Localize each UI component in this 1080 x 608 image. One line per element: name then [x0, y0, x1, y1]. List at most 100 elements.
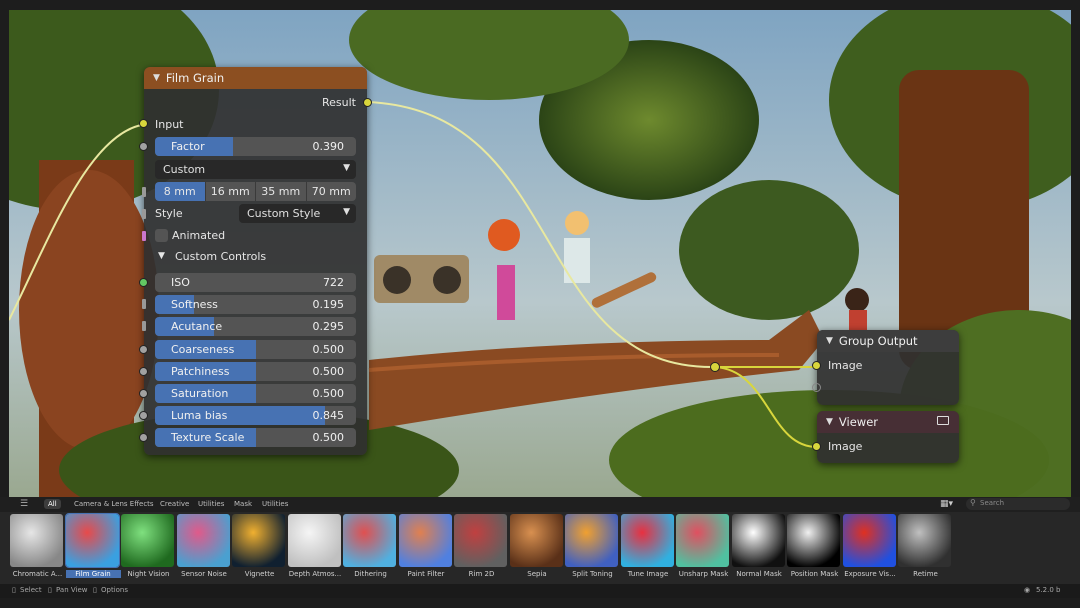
saturation-label: Saturation	[171, 387, 229, 400]
asset-vignette[interactable]: Vignette	[232, 514, 287, 582]
collapse-chevron-icon[interactable]: ▼	[826, 417, 833, 427]
asset-thumbnail[interactable]	[787, 514, 840, 567]
asset-thumbnail[interactable]	[64, 513, 120, 568]
film-grain-node[interactable]: ▼ Film Grain Result Input Factor 0.390 C…	[139, 67, 372, 455]
acutance-slider[interactable]: Acutance 0.295	[155, 317, 356, 337]
asset-thumbnail[interactable]	[232, 514, 285, 567]
asset-tune-image[interactable]: Tune Image	[620, 514, 676, 582]
asset-thumbnail[interactable]	[676, 514, 729, 567]
viewer-header[interactable]: ▼ Viewer	[817, 411, 959, 433]
texture-scale-socket[interactable]	[139, 433, 148, 443]
asset-thumbnail[interactable]	[731, 514, 785, 567]
texture-scale-slider[interactable]: Texture Scale 0.500	[155, 428, 356, 448]
asset-chromatic-a[interactable]: Chromatic A...	[10, 514, 65, 582]
luma-bias-socket[interactable]	[139, 411, 148, 421]
animated-label: Animated	[172, 229, 226, 242]
tab-mask[interactable]: Mask	[234, 500, 252, 508]
search-icon: ⚲	[970, 498, 976, 507]
size-option-16mm[interactable]: 16 mm	[205, 182, 256, 201]
viewer-image-socket[interactable]	[812, 442, 821, 451]
film-grain-header[interactable]: ▼ Film Grain	[144, 67, 367, 89]
asset-thumbnail[interactable]	[898, 514, 951, 567]
group-output-node[interactable]: ▼ Group Output Image	[812, 330, 959, 405]
coarseness-slider[interactable]: Coarseness 0.500	[155, 339, 356, 359]
asset-thumbnail[interactable]	[842, 514, 896, 567]
tab-all[interactable]: All	[44, 499, 61, 509]
style-socket[interactable]	[142, 209, 146, 219]
tab-creative[interactable]: Creative	[160, 500, 189, 508]
asset-unsharp-mask[interactable]: Unsharp Mask	[676, 514, 731, 582]
asset-thumbnail[interactable]	[454, 514, 507, 567]
size-option-35mm[interactable]: 35 mm	[256, 182, 307, 201]
asset-name: Unsharp Mask	[678, 570, 729, 578]
asset-thumbnail[interactable]	[398, 514, 452, 567]
asset-position-mask[interactable]: Position Mask	[787, 514, 842, 582]
asset-retime[interactable]: Retime	[898, 514, 953, 582]
asset-film-grain[interactable]: Film Grain	[64, 513, 121, 582]
film-size-selector[interactable]: 8 mm 16 mm 35 mm 70 mm	[155, 182, 356, 201]
asset-thumbnail[interactable]	[287, 514, 341, 567]
asset-exposure-vis[interactable]: Exposure Vis...	[842, 514, 898, 582]
input-socket[interactable]	[139, 119, 148, 128]
group-output-header[interactable]: ▼ Group Output	[817, 330, 959, 352]
iso-socket[interactable]	[139, 278, 148, 287]
preset-dropdown[interactable]: Custom ▼	[155, 160, 356, 179]
result-output-socket[interactable]	[363, 98, 372, 107]
animated-checkbox[interactable]	[155, 229, 168, 242]
softness-socket[interactable]	[142, 299, 146, 310]
asset-search-input[interactable]: ⚲ Search	[966, 498, 1070, 510]
acutance-label: Acutance	[171, 320, 223, 334]
softness-slider[interactable]: Softness 0.195	[155, 295, 356, 315]
asset-thumbnail[interactable]	[343, 514, 396, 567]
asset-thumbnail[interactable]	[565, 514, 618, 567]
factor-socket[interactable]	[139, 142, 148, 151]
monitor-icon[interactable]	[937, 416, 949, 425]
factor-slider[interactable]: Factor 0.390	[155, 137, 356, 156]
wire-result-to-reroute	[366, 101, 716, 369]
display-grid-icon[interactable]: ▦▾	[940, 499, 953, 509]
coarseness-socket[interactable]	[139, 344, 148, 354]
asset-rim-2d[interactable]: Rim 2D	[454, 514, 509, 582]
asset-thumbnail[interactable]	[10, 514, 63, 567]
hamburger-menu-icon[interactable]: ☰	[20, 499, 28, 509]
patchiness-socket[interactable]	[139, 366, 148, 376]
asset-depth-atmos[interactable]: Depth Atmos...	[287, 514, 343, 582]
viewer-node[interactable]: ▼ Viewer Image	[812, 411, 959, 463]
asset-paint-filter[interactable]: Paint Filter	[398, 514, 454, 582]
size-socket[interactable]	[142, 187, 146, 197]
wire-reroute-to-viewer	[714, 366, 818, 448]
asset-thumbnail[interactable]	[620, 514, 674, 567]
tab-utilities-2[interactable]: Utilities	[262, 500, 288, 508]
custom-controls-label[interactable]: Custom Controls	[175, 250, 266, 263]
tab-utilities[interactable]: Utilities	[198, 500, 224, 508]
asset-sensor-noise[interactable]: Sensor Noise	[176, 514, 232, 582]
style-dropdown[interactable]: Custom Style ▼	[239, 204, 356, 223]
patchiness-slider[interactable]: Patchiness 0.500	[155, 361, 356, 381]
asset-dithering[interactable]: Dithering	[343, 514, 398, 582]
asset-normal-mask[interactable]: Normal Mask	[731, 514, 787, 582]
asset-thumbnail[interactable]	[121, 514, 174, 567]
viewer-title: Viewer	[838, 415, 879, 429]
acutance-socket[interactable]	[142, 321, 146, 332]
tab-camera-lens-effects[interactable]: Camera & Lens Effects	[74, 500, 154, 508]
collapse-chevron-icon[interactable]: ▼	[826, 336, 833, 346]
softness-label: Softness	[171, 298, 218, 312]
group-output-image-socket[interactable]	[812, 361, 821, 370]
iso-label: ISO	[171, 276, 190, 289]
animated-socket[interactable]	[142, 231, 146, 241]
asset-sepia[interactable]: Sepia	[509, 514, 565, 582]
custom-controls-chevron-icon[interactable]: ▼	[158, 251, 165, 261]
size-option-8mm[interactable]: 8 mm	[155, 182, 206, 201]
size-option-70mm[interactable]: 70 mm	[306, 182, 356, 201]
group-output-empty-socket[interactable]	[812, 383, 821, 392]
status-select: Select	[20, 586, 42, 594]
luma-bias-slider[interactable]: Luma bias 0.845	[155, 406, 356, 426]
asset-thumbnail[interactable]	[509, 514, 563, 567]
collapse-chevron-icon[interactable]: ▼	[153, 73, 160, 83]
saturation-socket[interactable]	[139, 389, 148, 398]
iso-slider[interactable]: ISO 722	[155, 273, 356, 292]
asset-thumbnail[interactable]	[176, 514, 230, 567]
asset-split-toning[interactable]: Split Toning	[565, 514, 620, 582]
saturation-slider[interactable]: Saturation 0.500	[155, 384, 356, 403]
asset-night-vision[interactable]: Night Vision	[121, 514, 176, 582]
